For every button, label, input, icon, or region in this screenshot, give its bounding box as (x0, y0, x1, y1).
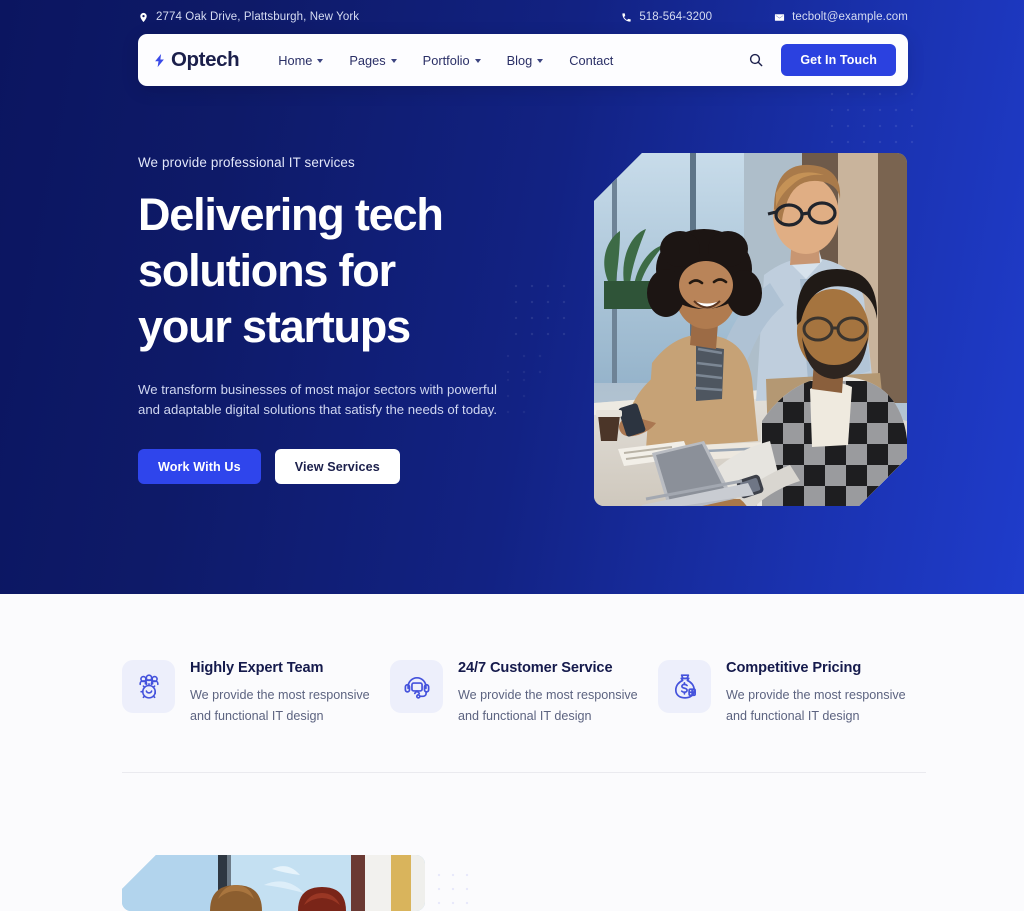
topbar-email[interactable]: tecbolt@example.com (774, 11, 908, 23)
features-row: Highly Expert Team We provide the most r… (122, 660, 926, 727)
hero-content: We provide professional IT services Deli… (138, 155, 538, 484)
dot-pattern-decoration-bottom (432, 868, 474, 911)
nav-item-contact[interactable]: Contact (556, 47, 626, 74)
lightning-bolt-icon (152, 51, 167, 70)
about-image-illustration (122, 855, 425, 911)
feature-description: We provide the most responsive and funct… (190, 688, 370, 723)
feature-text: 24/7 Customer Service We provide the mos… (458, 660, 638, 727)
hero-eyebrow: We provide professional IT services (138, 155, 355, 170)
location-pin-icon (138, 12, 149, 23)
nav-item-pages[interactable]: Pages (336, 47, 409, 74)
topbar-phone[interactable]: 518-564-3200 (621, 11, 712, 23)
feature-card-competitive-pricing: Competitive Pricing We provide the most … (658, 660, 926, 727)
topbar-email-text: tecbolt@example.com (792, 11, 908, 23)
hero-title-line-3: your startups (138, 301, 411, 352)
site-logo-text: Optech (171, 48, 240, 71)
page-root: 2774 Oak Drive, Plattsburgh, New York 51… (0, 0, 1024, 911)
team-gear-icon (122, 660, 175, 713)
nav-menu: Home Pages Portfolio Blog Contact (265, 47, 626, 74)
envelope-icon (774, 12, 785, 23)
feature-card-expert-team: Highly Expert Team We provide the most r… (122, 660, 390, 727)
nav-actions: Get In Touch (745, 44, 896, 76)
chevron-down-icon (390, 59, 397, 63)
search-icon[interactable] (745, 49, 767, 71)
feature-text: Competitive Pricing We provide the most … (726, 660, 906, 727)
dot-pattern-decoration-top-right (824, 86, 920, 144)
nav-item-portfolio[interactable]: Portfolio (410, 47, 494, 74)
hero-image (594, 153, 907, 506)
nav-item-pages-label: Pages (349, 52, 386, 68)
view-services-button[interactable]: View Services (274, 449, 400, 484)
nav-item-home[interactable]: Home (265, 47, 336, 74)
hero-title-line-1: Delivering tech (138, 189, 444, 240)
chevron-down-icon (537, 59, 544, 63)
headset-support-icon (390, 660, 443, 713)
topbar-address: 2774 Oak Drive, Plattsburgh, New York (138, 11, 359, 23)
main-navigation-bar: Optech Home Pages Portfolio Blog Contact… (138, 34, 908, 86)
nav-item-blog-label: Blog (506, 52, 533, 68)
get-in-touch-button[interactable]: Get In Touch (781, 44, 896, 76)
feature-title: 24/7 Customer Service (458, 660, 613, 676)
section-divider (122, 772, 926, 773)
chevron-down-icon (474, 59, 481, 63)
feature-description: We provide the most responsive and funct… (458, 688, 638, 723)
feature-card-customer-service: 24/7 Customer Service We provide the mos… (390, 660, 658, 727)
hero-title-line-2: solutions for (138, 245, 396, 296)
phone-icon (621, 12, 632, 23)
page-title: Delivering tech solutions for your start… (138, 187, 538, 355)
hero-button-group: Work With Us View Services (138, 449, 538, 484)
feature-title: Highly Expert Team (190, 660, 324, 676)
hero-image-illustration (594, 153, 907, 506)
feature-title: Competitive Pricing (726, 660, 862, 676)
nav-item-portfolio-label: Portfolio (422, 52, 470, 68)
work-with-us-button[interactable]: Work With Us (138, 449, 261, 484)
nav-item-contact-label: Contact (569, 52, 614, 68)
about-section-image (122, 855, 425, 911)
chevron-down-icon (317, 59, 324, 63)
feature-text: Highly Expert Team We provide the most r… (190, 660, 370, 727)
nav-item-blog[interactable]: Blog (494, 47, 557, 74)
hero-section: 2774 Oak Drive, Plattsburgh, New York 51… (0, 0, 1024, 594)
topbar-phone-text: 518-564-3200 (639, 11, 713, 23)
feature-description: We provide the most responsive and funct… (726, 688, 906, 723)
money-bag-icon (658, 660, 711, 713)
nav-item-home-label: Home (278, 52, 313, 68)
hero-subtitle: We transform businesses of most major se… (138, 382, 497, 417)
top-contact-bar: 2774 Oak Drive, Plattsburgh, New York 51… (138, 9, 908, 25)
topbar-address-text: 2774 Oak Drive, Plattsburgh, New York (156, 11, 360, 23)
site-logo[interactable]: Optech (152, 48, 240, 72)
